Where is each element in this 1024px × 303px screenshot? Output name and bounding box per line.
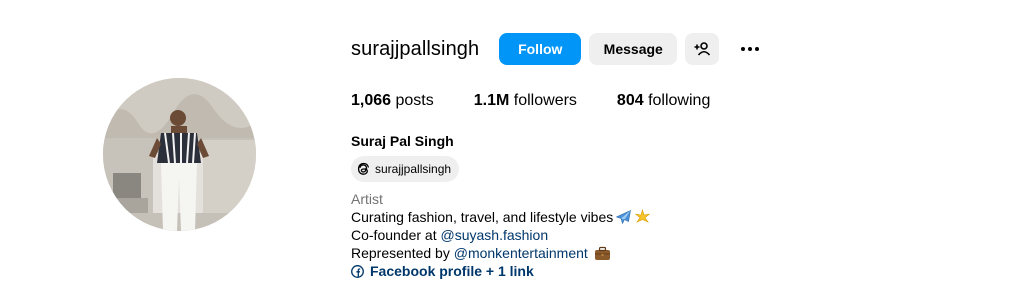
facebook-icon [351, 264, 364, 278]
more-dot [741, 47, 746, 51]
posts-label: posts [395, 92, 434, 109]
more-dot [748, 47, 753, 51]
suyash-fashion-link[interactable]: @suyash.fashion [441, 227, 549, 243]
followers-count: 1.1M [473, 92, 510, 109]
external-links[interactable]: Facebook profile + 1 link [351, 262, 534, 280]
bio-line-1: Curating fashion, travel, and lifestyle … [351, 208, 651, 226]
profile-category: Artist [351, 191, 383, 207]
external-links-label: Facebook profile + 1 link [370, 263, 534, 279]
more-options-button[interactable] [735, 33, 765, 65]
threads-icon [357, 162, 369, 175]
briefcase-emoji-icon [594, 246, 610, 260]
following-stat[interactable]: 804 following [617, 92, 710, 110]
username: surajjpallsingh [351, 37, 480, 60]
profile-actions-row: surajjpallsingh Follow Message [351, 32, 765, 66]
bio-line-2: Co-founder at @suyash.fashion [351, 226, 651, 244]
following-count: 804 [616, 92, 644, 109]
profile-avatar[interactable] [103, 78, 256, 231]
followers-label: followers [513, 92, 577, 109]
suggest-accounts-button[interactable] [685, 33, 720, 65]
followers-stat[interactable]: 1.1M followers [474, 92, 577, 110]
following-label: following [648, 92, 711, 109]
bio-line-3-prefix: Represented by [351, 245, 454, 261]
bio-line-2-prefix: Co-founder at [351, 227, 441, 243]
full-name: Suraj Pal Singh [351, 133, 454, 149]
follow-button[interactable]: Follow [499, 33, 582, 65]
avatar-photo [103, 78, 256, 231]
profile-stats: 1,066 posts 1.1M followers 804 following [351, 92, 750, 110]
posts-count: 1,066 [351, 92, 392, 109]
sparkle-emoji-icon [635, 209, 650, 223]
threads-handle: surajjpallsingh [375, 162, 452, 176]
profile-bio: Artist Curating fashion, travel, and lif… [351, 190, 651, 282]
more-dot [755, 47, 760, 51]
bio-line-1-text: Curating fashion, travel, and lifestyle … [351, 209, 614, 225]
threads-badge[interactable]: surajjpallsingh [351, 156, 460, 182]
message-button[interactable]: Message [589, 33, 678, 65]
airplane-emoji-icon [615, 209, 632, 225]
monkentertainment-link[interactable]: @monkentertainment [454, 245, 588, 261]
bio-line-3: Represented by @monkentertainment [351, 244, 651, 262]
person-add-icon [694, 42, 711, 56]
posts-stat: 1,066 posts [351, 92, 434, 110]
